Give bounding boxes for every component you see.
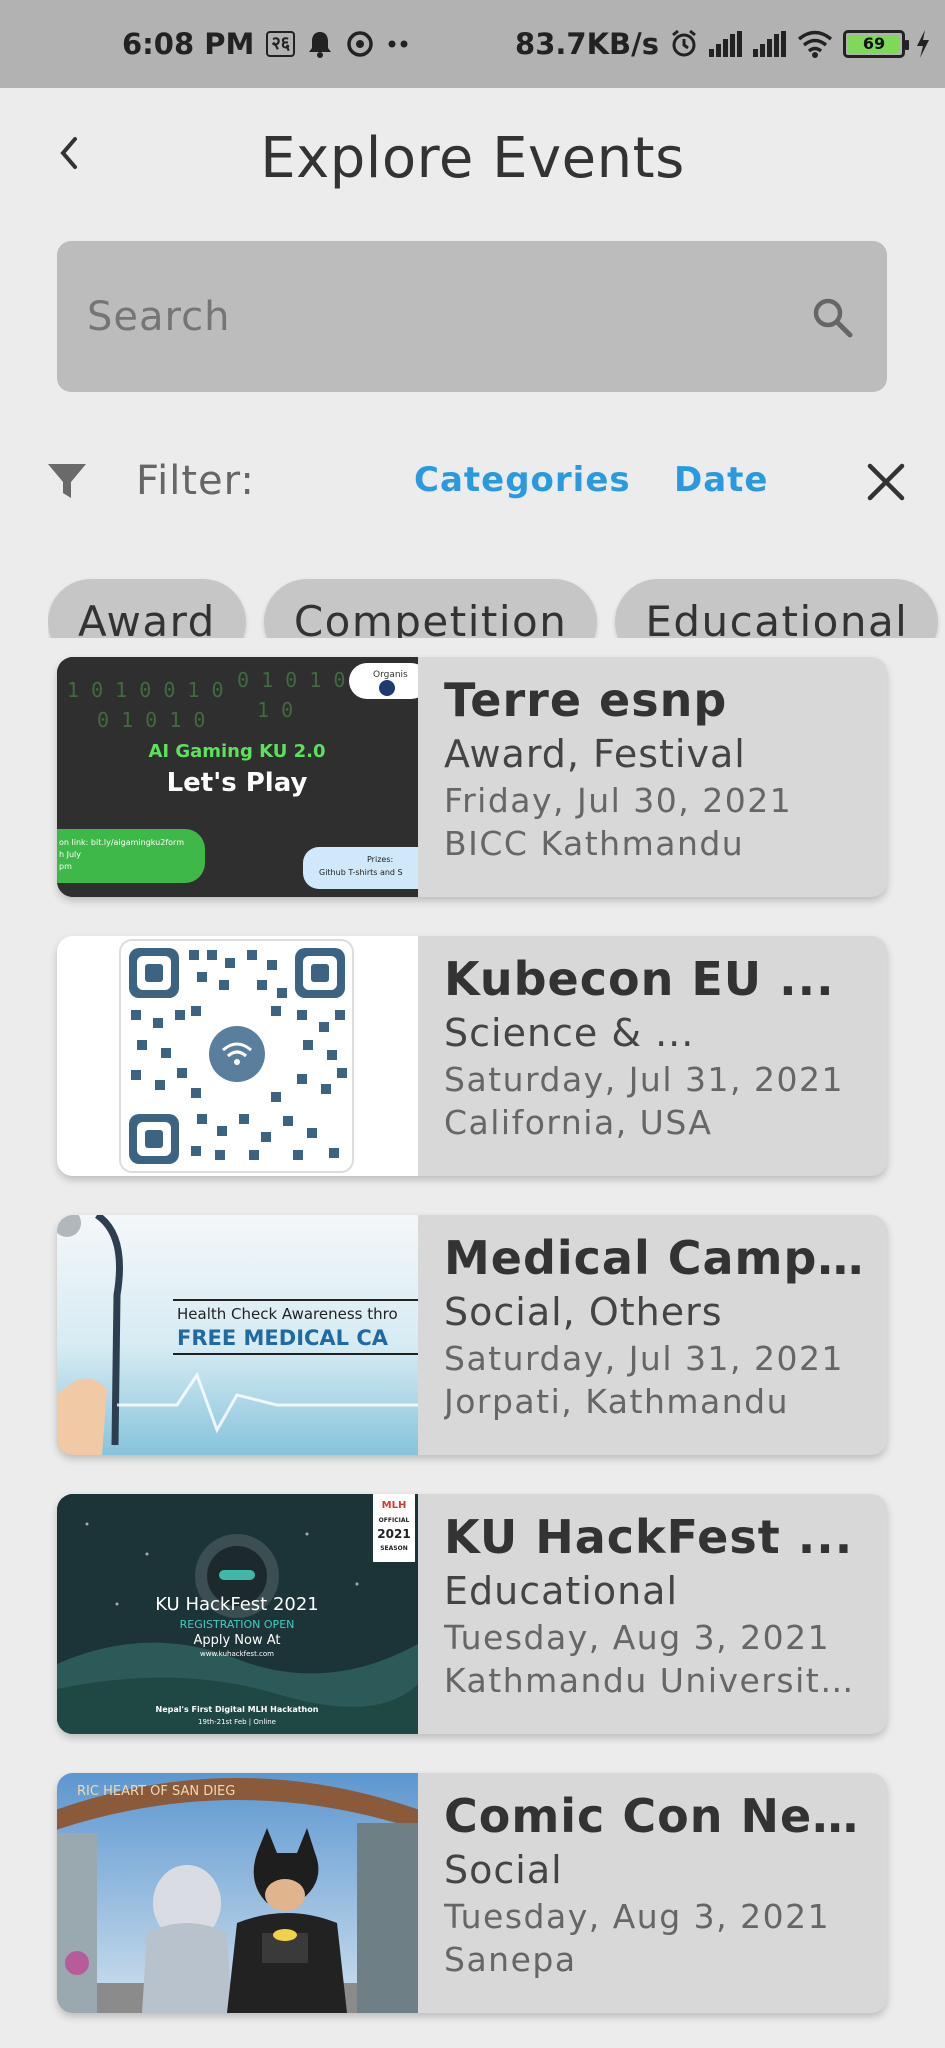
status-right: 83.7KB/s 69 [515,0,931,88]
poster-line-1: REGISTRATION OPEN [180,1618,295,1631]
event-location: California, USA [444,1103,713,1142]
filter-row: Filter: Categories Date [0,446,945,516]
poster-headline: KU HackFest 2021 [155,1594,319,1615]
chip-award[interactable]: Award [48,579,246,638]
poster-note: on link: bit.ly/aigamingku2form [59,838,184,847]
event-info: Kubecon EU ... Science & ... Saturday, J… [444,950,867,1144]
ai-gaming-poster: 1 0 1 0 0 1 0 0 1 0 1 0 0 1 0 1 0 1 0 Or… [57,657,418,897]
network-speed: 83.7KB/s [515,27,659,61]
event-categories: Social [444,1848,563,1892]
event-card[interactable]: Health Check Awareness thro FREE MEDICAL… [57,1215,887,1455]
filter-label: Filter: [136,458,255,504]
event-date: Friday, Jul 30, 2021 [444,781,793,820]
poster-line-2: FREE MEDICAL CA [177,1326,389,1350]
event-image: RIC HEART OF SAN DIEG [57,1773,418,2013]
mlh-official: OFFICIAL [379,1517,410,1524]
event-date: Tuesday, Aug 3, 2021 [444,1618,831,1657]
status-left: 6:08 PM २६ [122,0,411,88]
event-date: Saturday, Jul 31, 2021 [444,1060,844,1099]
app-header: Explore Events [0,88,945,238]
event-card[interactable]: MLH OFFICIAL 2021 SEASON KU HackFest 202… [57,1494,887,1734]
event-date: Tuesday, Aug 3, 2021 [444,1897,831,1936]
arch-text: RIC HEART OF SAN DIEG [77,1784,235,1799]
poster-note-2: h July [59,850,81,859]
mlh-badge: MLH [382,1500,407,1511]
battery-level: 69 [848,35,900,53]
bell-icon [309,32,332,58]
event-image: Health Check Awareness thro FREE MEDICAL… [57,1215,418,1455]
event-info: KU HackFest ... Educational Tuesday, Aug… [444,1508,867,1702]
event-info: Comic Con Nepal Social Tuesday, Aug 3, 2… [444,1787,867,1981]
alarm-icon [672,29,696,57]
svg-text:0 1 0 1 0: 0 1 0 1 0 [237,668,345,692]
wifi-icon [797,30,833,58]
date-filter-button[interactable]: Date [674,460,768,500]
close-icon[interactable] [862,458,910,506]
qr-code-image [57,936,418,1176]
event-title: Kubecon EU ... [444,952,835,1006]
charging-icon [917,30,929,58]
poster-url: www.kuhackfest.com [200,1650,274,1658]
org-text: Organis [373,670,408,680]
page-title: Explore Events [260,126,685,191]
event-info: Terre esnp Award, Festival Friday, Jul 3… [444,671,867,865]
more-dots-icon [388,40,408,48]
signal-icon-2 [753,31,786,57]
category-chips: Award Competition Educational [48,550,945,638]
event-image [57,936,418,1176]
event-card[interactable]: Kubecon EU ... Science & ... Saturday, J… [57,936,887,1176]
event-categories: Social, Others [444,1290,723,1334]
chip-educational[interactable]: Educational [615,579,939,638]
poster-line-2: Apply Now At [193,1633,280,1648]
sync-icon [347,31,373,57]
signal-icon [709,31,742,57]
status-time: 6:08 PM [122,27,255,61]
event-card[interactable]: RIC HEART OF SAN DIEG Comic Con Nepal So… [57,1773,887,2013]
event-info: Medical Camp ... Social, Others Saturday… [444,1229,867,1423]
medical-camp-poster: Health Check Awareness thro FREE MEDICAL… [57,1215,418,1455]
event-location: Sanepa [444,1940,577,1979]
svg-text:0 1 0 1 0: 0 1 0 1 0 [97,708,205,732]
poster-footer-2: 19th-21st Feb | Online [198,1718,276,1726]
poster-line-1: Health Check Awareness thro [177,1305,398,1323]
status-bar: 6:08 PM २६ 83.7KB/s 69 [0,0,945,88]
event-title: KU HackFest ... [444,1510,854,1564]
event-image: MLH OFFICIAL 2021 SEASON KU HackFest 202… [57,1494,418,1734]
event-title: Comic Con Nepal [444,1789,867,1843]
prize-text: Github T-shirts and S [319,868,403,877]
event-title: Terre esnp [444,673,728,727]
poster-note-3: pm [59,862,72,871]
event-categories: Educational [444,1569,679,1613]
mlh-season: SEASON [380,1545,408,1552]
mlh-year: 2021 [377,1527,410,1541]
categories-filter-button[interactable]: Categories [414,460,631,500]
svg-text:1 0: 1 0 [257,698,293,722]
poster-footer-1: Nepal's First Digital MLH Hackathon [156,1705,319,1714]
event-categories: Science & ... [444,1011,695,1055]
hackfest-poster: MLH OFFICIAL 2021 SEASON KU HackFest 202… [57,1494,418,1734]
event-title: Medical Camp ... [444,1231,867,1285]
calendar-badge: २६ [266,31,296,57]
filter-icon[interactable] [46,460,88,502]
event-location: Jorpati, Kathmandu [444,1382,790,1421]
prize-title: Prizes: [367,855,393,864]
search-input[interactable] [87,293,807,340]
chip-competition[interactable]: Competition [263,579,598,638]
event-location: BICC Kathmandu [444,824,745,863]
comic-con-photo: RIC HEART OF SAN DIEG [57,1773,418,2013]
event-date: Saturday, Jul 31, 2021 [444,1339,844,1378]
search-icon[interactable] [807,292,857,342]
event-card[interactable]: 1 0 1 0 0 1 0 0 1 0 1 0 0 1 0 1 0 1 0 Or… [57,657,887,897]
event-categories: Award, Festival [444,732,746,776]
poster-headline: AI Gaming KU 2.0 [148,741,325,762]
poster-subheadline: Let's Play [167,768,308,798]
svg-text:1 0 1 0 0 1 0: 1 0 1 0 0 1 0 [67,678,224,702]
event-image: 1 0 1 0 0 1 0 0 1 0 1 0 0 1 0 1 0 1 0 Or… [57,657,418,897]
event-location: Kathmandu University... [444,1661,867,1700]
battery-icon: 69 [843,30,909,58]
search-bar[interactable] [57,241,887,392]
